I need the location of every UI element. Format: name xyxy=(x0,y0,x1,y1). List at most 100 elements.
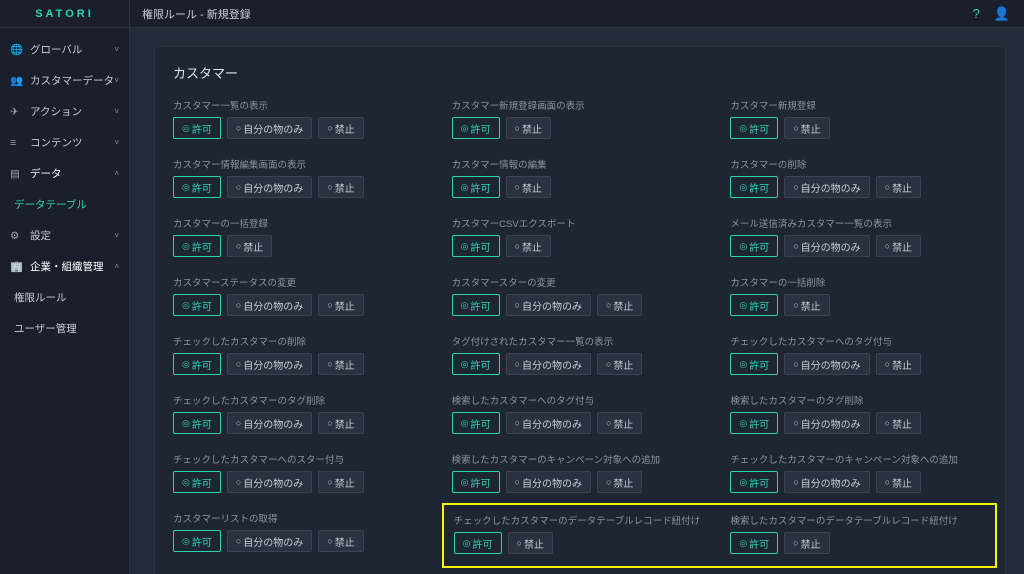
allow-button-symbol-icon: ◎ xyxy=(739,123,747,134)
deny-button[interactable]: ○禁止 xyxy=(876,235,921,257)
deny-button-symbol-icon: ○ xyxy=(793,538,798,548)
deny-button[interactable]: ○禁止 xyxy=(784,117,829,139)
allow-button-symbol-icon: ◎ xyxy=(182,241,190,252)
deny-button[interactable]: ○禁止 xyxy=(318,530,363,552)
allow-button[interactable]: ◎許可 xyxy=(452,294,500,316)
allow-button[interactable]: ◎許可 xyxy=(452,412,500,434)
sidebar-item-contents[interactable]: ≡ コンテンツ ˅ xyxy=(0,127,129,158)
allow-button[interactable]: ◎許可 xyxy=(452,117,500,139)
chevron-down-icon: ˅ xyxy=(114,231,119,240)
sidebar-item-org[interactable]: 🏢 企業・組織管理 ˄ xyxy=(0,251,129,282)
allow-button-symbol-icon: ◎ xyxy=(461,300,469,311)
own-only-button-symbol-icon: ○ xyxy=(515,477,520,487)
allow-button[interactable]: ◎許可 xyxy=(730,176,778,198)
own-only-button[interactable]: ○自分の物のみ xyxy=(227,353,312,375)
allow-button[interactable]: ◎許可 xyxy=(173,530,221,552)
own-only-button[interactable]: ○自分の物のみ xyxy=(227,412,312,434)
sidebar-item-settings[interactable]: ⚙ 設定 ˅ xyxy=(0,220,129,251)
own-only-button[interactable]: ○自分の物のみ xyxy=(784,471,869,493)
own-only-button[interactable]: ○自分の物のみ xyxy=(784,412,869,434)
app-logo[interactable]: SATORI xyxy=(0,0,130,28)
deny-button-symbol-icon: ○ xyxy=(606,300,611,310)
own-only-button[interactable]: ○自分の物のみ xyxy=(227,176,312,198)
allow-button[interactable]: ◎許可 xyxy=(454,532,502,554)
sidebar-item-permission-rules[interactable]: 権限ルール xyxy=(0,282,129,313)
deny-button-symbol-icon: ○ xyxy=(236,241,241,251)
perm-block-r7c2: 検索したカスタマーのデータテーブルレコード紐付け◎許可○禁止 xyxy=(730,513,985,554)
sidebar-item-customer-data[interactable]: 👥 カスタマーデータ ˅ xyxy=(0,65,129,96)
allow-button[interactable]: ◎許可 xyxy=(173,294,221,316)
allow-button[interactable]: ◎許可 xyxy=(730,235,778,257)
deny-button[interactable]: ○禁止 xyxy=(506,176,551,198)
allow-button[interactable]: ◎許可 xyxy=(452,471,500,493)
allow-button[interactable]: ◎許可 xyxy=(452,235,500,257)
deny-button-symbol-icon: ○ xyxy=(885,241,890,251)
allow-button[interactable]: ◎許可 xyxy=(730,471,778,493)
allow-button-label: 許可 xyxy=(473,536,493,551)
deny-button[interactable]: ○禁止 xyxy=(318,294,363,316)
perm-buttons: ◎許可 ○禁止 xyxy=(730,117,987,139)
allow-button-symbol-icon: ◎ xyxy=(182,300,190,311)
deny-button[interactable]: ○禁止 xyxy=(876,471,921,493)
deny-button[interactable]: ○禁止 xyxy=(784,294,829,316)
allow-button[interactable]: ◎許可 xyxy=(173,117,221,139)
deny-button[interactable]: ○禁止 xyxy=(508,532,553,554)
allow-button[interactable]: ◎許可 xyxy=(730,532,778,554)
deny-button[interactable]: ○禁止 xyxy=(318,412,363,434)
deny-button-symbol-icon: ○ xyxy=(885,182,890,192)
allow-button[interactable]: ◎許可 xyxy=(730,294,778,316)
deny-button[interactable]: ○禁止 xyxy=(876,412,921,434)
own-only-button[interactable]: ○自分の物のみ xyxy=(506,353,591,375)
own-only-button[interactable]: ○自分の物のみ xyxy=(784,353,869,375)
own-only-button[interactable]: ○自分の物のみ xyxy=(227,117,312,139)
allow-button[interactable]: ◎許可 xyxy=(173,471,221,493)
deny-button[interactable]: ○禁止 xyxy=(597,353,642,375)
deny-button[interactable]: ○禁止 xyxy=(318,117,363,139)
allow-button[interactable]: ◎許可 xyxy=(730,412,778,434)
allow-button-label: 許可 xyxy=(471,180,491,195)
allow-button[interactable]: ◎許可 xyxy=(452,176,500,198)
deny-button[interactable]: ○禁止 xyxy=(876,353,921,375)
perm-buttons: ◎許可 ○禁止 xyxy=(730,294,987,316)
perm-label: チェックしたカスタマーのタグ削除 xyxy=(173,393,430,407)
deny-button[interactable]: ○禁止 xyxy=(506,235,551,257)
perm-label: タグ付けされたカスタマー一覧の表示 xyxy=(452,334,709,348)
deny-button[interactable]: ○禁止 xyxy=(876,176,921,198)
perm-block-r6c2: チェックしたカスタマーのキャンペーン対象への追加◎許可○自分の物のみ○禁止 xyxy=(730,452,987,493)
allow-button[interactable]: ◎許可 xyxy=(173,353,221,375)
deny-button-symbol-icon: ○ xyxy=(515,182,520,192)
deny-button[interactable]: ○禁止 xyxy=(506,117,551,139)
own-only-button[interactable]: ○自分の物のみ xyxy=(227,471,312,493)
deny-button[interactable]: ○禁止 xyxy=(784,532,829,554)
deny-button[interactable]: ○禁止 xyxy=(597,471,642,493)
help-icon[interactable]: ? xyxy=(973,6,980,22)
allow-button[interactable]: ◎許可 xyxy=(730,353,778,375)
deny-button-label: 禁止 xyxy=(335,475,355,490)
deny-button[interactable]: ○禁止 xyxy=(597,294,642,316)
allow-button-label: 許可 xyxy=(192,298,212,313)
user-icon[interactable]: 👤 xyxy=(994,6,1010,22)
deny-button[interactable]: ○禁止 xyxy=(318,176,363,198)
sidebar-item-action[interactable]: ✈ アクション ˅ xyxy=(0,96,129,127)
own-only-button[interactable]: ○自分の物のみ xyxy=(227,294,312,316)
sidebar-item-user-mgmt[interactable]: ユーザー管理 xyxy=(0,313,129,344)
allow-button[interactable]: ◎許可 xyxy=(173,176,221,198)
deny-button[interactable]: ○禁止 xyxy=(318,471,363,493)
sidebar-item-datatable[interactable]: データテーブル xyxy=(0,189,129,220)
deny-button[interactable]: ○禁止 xyxy=(597,412,642,434)
sidebar-item-global[interactable]: 🌐 グローバル ˅ xyxy=(0,34,129,65)
own-only-button[interactable]: ○自分の物のみ xyxy=(784,176,869,198)
deny-button[interactable]: ○禁止 xyxy=(227,235,272,257)
own-only-button[interactable]: ○自分の物のみ xyxy=(506,294,591,316)
own-only-button-label: 自分の物のみ xyxy=(801,239,861,254)
allow-button[interactable]: ◎許可 xyxy=(730,117,778,139)
sidebar-item-data[interactable]: ▤ データ ˄ xyxy=(0,158,129,189)
own-only-button[interactable]: ○自分の物のみ xyxy=(784,235,869,257)
deny-button[interactable]: ○禁止 xyxy=(318,353,363,375)
allow-button[interactable]: ◎許可 xyxy=(452,353,500,375)
allow-button[interactable]: ◎許可 xyxy=(173,235,221,257)
own-only-button[interactable]: ○自分の物のみ xyxy=(506,412,591,434)
own-only-button[interactable]: ○自分の物のみ xyxy=(227,530,312,552)
allow-button[interactable]: ◎許可 xyxy=(173,412,221,434)
own-only-button[interactable]: ○自分の物のみ xyxy=(506,471,591,493)
